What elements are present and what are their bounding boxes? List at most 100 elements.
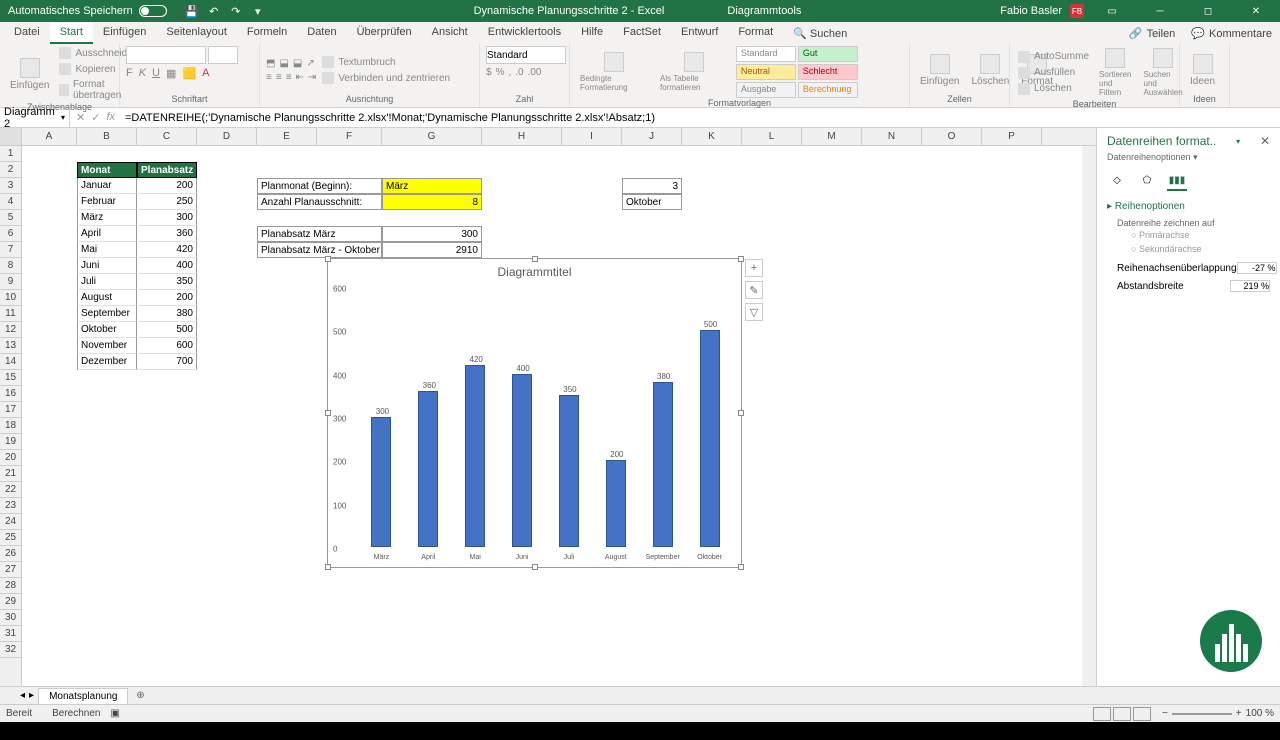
series-options-icon[interactable]: ▮▮▮ (1167, 171, 1187, 191)
tab-daten[interactable]: Daten (297, 22, 346, 44)
name-box[interactable]: Diagramm 2▾ (0, 106, 70, 130)
tab-überprüfen[interactable]: Überprüfen (347, 22, 422, 44)
border-button[interactable]: ▦ (166, 67, 176, 80)
cell-C13[interactable]: 600 (137, 338, 197, 354)
enter-formula-icon[interactable]: ✓ (91, 111, 100, 124)
zoom-in-button[interactable]: + (1236, 708, 1242, 719)
row-header-19[interactable]: 19 (0, 434, 21, 450)
maximize-button[interactable]: ◻ (1188, 0, 1228, 22)
row-header-6[interactable]: 6 (0, 226, 21, 242)
row-header-3[interactable]: 3 (0, 178, 21, 194)
sheet-nav-prev[interactable]: ◂ (20, 690, 25, 701)
indent-inc[interactable]: ⇥ (308, 72, 316, 83)
paste-button[interactable]: Einfügen (6, 56, 53, 93)
currency[interactable]: $ (486, 67, 492, 78)
font-name[interactable] (126, 46, 206, 64)
tab-factset[interactable]: FactSet (613, 22, 671, 44)
font-size[interactable] (208, 46, 238, 64)
tab-entwicklertools[interactable]: Entwicklertools (478, 22, 571, 44)
orientation[interactable]: ↗ (306, 58, 314, 69)
secondary-axis-radio[interactable]: ○ Sekundärachse (1117, 242, 1270, 256)
conditional-formatting[interactable]: Bedingte Formatierung (576, 50, 652, 94)
underline-button[interactable]: U (152, 67, 160, 80)
col-header-E[interactable]: E (257, 128, 317, 145)
view-normal-icon[interactable] (1093, 707, 1111, 721)
insert-cells[interactable]: Einfügen (916, 52, 963, 89)
col-header-M[interactable]: M (802, 128, 862, 145)
col-header-J[interactable]: J (622, 128, 682, 145)
align-bottom[interactable]: ⬓ (293, 58, 302, 69)
tab-seitenlayout[interactable]: Seitenlayout (156, 22, 237, 44)
number-format[interactable] (486, 46, 566, 64)
bar-September[interactable]: 380 (653, 382, 673, 547)
bold-button[interactable]: F (126, 67, 133, 80)
fx-icon[interactable]: fx (106, 111, 115, 124)
cell-C10[interactable]: 200 (137, 290, 197, 306)
row-header-22[interactable]: 22 (0, 482, 21, 498)
col-header-O[interactable]: O (922, 128, 982, 145)
align-middle[interactable]: ⬓ (279, 58, 288, 69)
col-header-A[interactable]: A (22, 128, 77, 145)
fill-line-icon[interactable]: ◇ (1107, 171, 1127, 191)
tab-ansicht[interactable]: Ansicht (422, 22, 478, 44)
col-header-G[interactable]: G (382, 128, 482, 145)
row-header-16[interactable]: 16 (0, 386, 21, 402)
align-top[interactable]: ⬒ (266, 58, 275, 69)
col-header-P[interactable]: P (982, 128, 1042, 145)
align-left[interactable]: ≡ (266, 72, 272, 83)
row-header-27[interactable]: 27 (0, 562, 21, 578)
user-name[interactable]: Fabio Basler (1000, 5, 1062, 17)
format-as-table[interactable]: Als Tabelle formatieren (656, 50, 732, 94)
cell-C2[interactable]: Planabsatz (137, 162, 197, 178)
col-header-F[interactable]: F (317, 128, 382, 145)
view-page-break-icon[interactable] (1133, 707, 1151, 721)
cell-style-schlecht[interactable]: Schlecht (798, 64, 858, 80)
align-center[interactable]: ≡ (276, 72, 282, 83)
align-right[interactable]: ≡ (286, 72, 292, 83)
row-header-31[interactable]: 31 (0, 626, 21, 642)
share-button[interactable]: 🔗 Teilen (1121, 23, 1183, 44)
row-header-17[interactable]: 17 (0, 402, 21, 418)
comments-button[interactable]: 💬 Kommentare (1183, 23, 1280, 44)
undo-icon[interactable]: ↶ (207, 4, 221, 18)
macro-record-icon[interactable]: ▣ (111, 708, 120, 719)
cell-G4[interactable]: 8 (382, 194, 482, 210)
minimize-button[interactable]: ─ (1140, 0, 1180, 22)
cell-G7[interactable]: 2910 (382, 242, 482, 258)
bar-Oktober[interactable]: 500 (700, 330, 720, 547)
tab-einfügen[interactable]: Einfügen (93, 22, 156, 44)
cell-C11[interactable]: 380 (137, 306, 197, 322)
cell-B5[interactable]: März (77, 210, 137, 226)
cell-B11[interactable]: September (77, 306, 137, 322)
tell-me[interactable]: 🔍 Suchen (783, 23, 857, 44)
tab-entwurf[interactable]: Entwurf (671, 22, 728, 44)
dec-dec[interactable]: .00 (528, 67, 542, 78)
cell-G3[interactable]: März (382, 178, 482, 194)
row-header-1[interactable]: 1 (0, 146, 21, 162)
row-header-12[interactable]: 12 (0, 322, 21, 338)
col-header-B[interactable]: B (77, 128, 137, 145)
row-header-30[interactable]: 30 (0, 610, 21, 626)
col-header-K[interactable]: K (682, 128, 742, 145)
row-header-25[interactable]: 25 (0, 530, 21, 546)
col-header-H[interactable]: H (482, 128, 562, 145)
cancel-formula-icon[interactable]: ✕ (76, 111, 85, 124)
cell-J4[interactable]: Oktober (622, 194, 682, 210)
bar-April[interactable]: 360 (418, 391, 438, 547)
cell-C9[interactable]: 350 (137, 274, 197, 290)
zoom-slider[interactable] (1172, 713, 1232, 715)
chart-filters-button[interactable]: ▽ (745, 303, 763, 321)
cell-C7[interactable]: 420 (137, 242, 197, 258)
row-header-7[interactable]: 7 (0, 242, 21, 258)
cell-B10[interactable]: August (77, 290, 137, 306)
select-all[interactable] (0, 128, 22, 145)
cell-B7[interactable]: Mai (77, 242, 137, 258)
bar-Juli[interactable]: 350 (559, 395, 579, 547)
cell-C8[interactable]: 400 (137, 258, 197, 274)
sheet-tab-active[interactable]: Monatsplanung (38, 688, 128, 704)
row-header-9[interactable]: 9 (0, 274, 21, 290)
col-header-L[interactable]: L (742, 128, 802, 145)
row-header-26[interactable]: 26 (0, 546, 21, 562)
worksheet-grid[interactable]: ABCDEFGHIJKLMNOP 12345678910111213141516… (0, 128, 1096, 686)
row-header-10[interactable]: 10 (0, 290, 21, 306)
